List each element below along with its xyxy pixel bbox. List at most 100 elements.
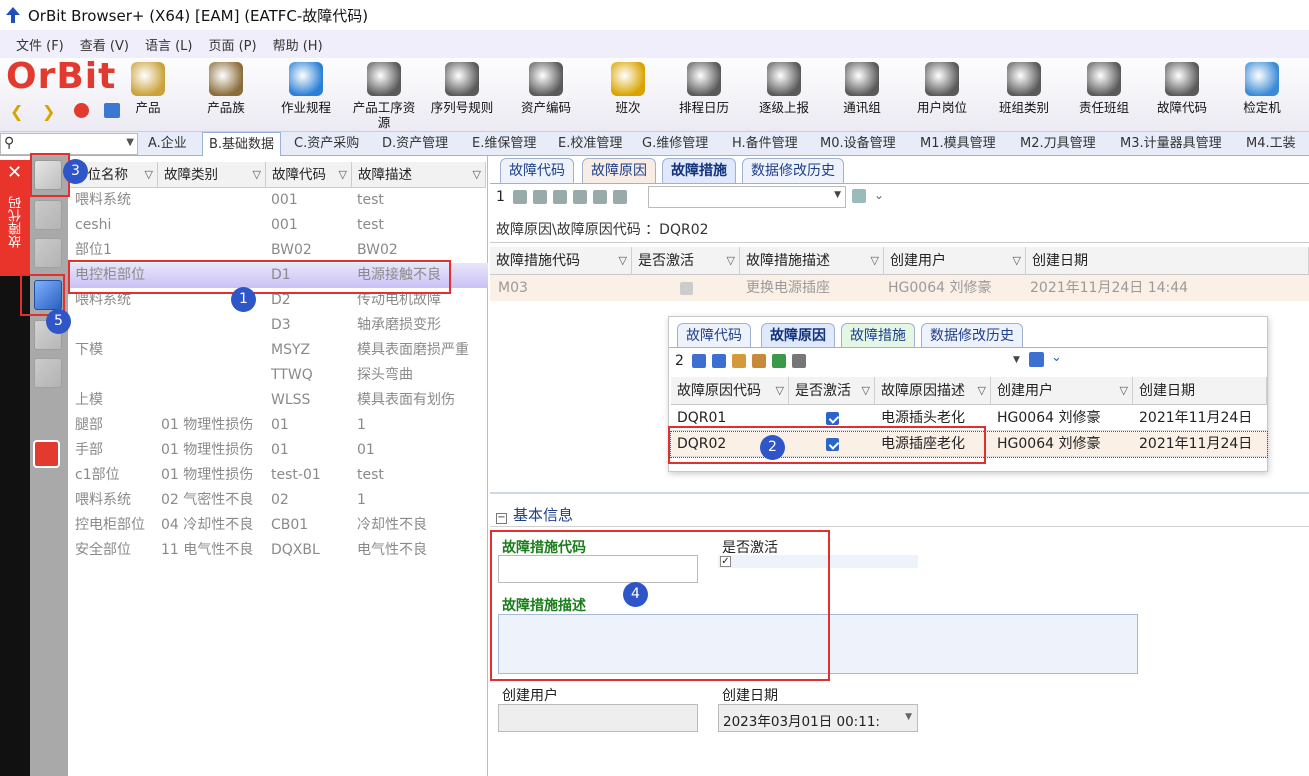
table-row[interactable]: 上模 WLSS 模具表面有划伤 (68, 388, 488, 413)
tab-change-history[interactable]: 数据修改历史 (742, 158, 844, 183)
toolbar-button-comm-group[interactable]: 通讯组 (826, 60, 898, 130)
popup-grid-column-header[interactable]: 故障原因代码 ▽ (671, 377, 789, 405)
module-tab[interactable]: D.资产管理 (376, 132, 454, 156)
search-go-icon[interactable] (1029, 352, 1044, 367)
module-tab[interactable]: E.维保管理 (466, 132, 542, 156)
hand-icon[interactable] (552, 190, 567, 204)
col-header-category[interactable]: 故障类别 ▽ (158, 162, 266, 188)
columns-icon[interactable] (791, 354, 806, 368)
filter-icon[interactable]: ▽ (619, 247, 627, 275)
module-tab[interactable]: G.维修管理 (636, 132, 714, 156)
tab-fault-code[interactable]: 故障代码 (500, 158, 574, 183)
table-row[interactable]: D3 轴承磨损变形 (68, 313, 488, 338)
toolbar-button-fault-code[interactable]: 故障代码 (1146, 60, 1218, 130)
close-icon[interactable]: ✕ (7, 162, 22, 183)
table-row[interactable]: 下模 MSYZ 模具表面磨损严重 (68, 338, 488, 363)
copy-icon[interactable] (34, 200, 62, 230)
first-record-icon[interactable] (512, 190, 527, 204)
module-tab[interactable]: M3.计量器具管理 (1114, 132, 1228, 156)
toolbar-button-shift[interactable]: 班次 (592, 60, 664, 130)
toolbar-button-procedure[interactable]: 作业规程 (270, 60, 342, 130)
tab-fault-cause[interactable]: 故障原因 (582, 158, 656, 183)
popup-grid-column-header[interactable]: 故障原因描述 ▽ (875, 377, 991, 405)
toolbar-button-product-family[interactable]: 产品族 (190, 60, 262, 130)
col-header-desc[interactable]: 故障描述 ▽ (352, 162, 486, 188)
filter-icon[interactable]: ▽ (871, 247, 879, 275)
table-row[interactable]: 喂料系统 001 test (68, 188, 488, 213)
section-basic-info[interactable]: − 基本信息 (496, 504, 573, 525)
filter-icon[interactable]: ▽ (862, 377, 870, 405)
menu-help[interactable]: 帮助 (H) (273, 35, 323, 54)
expand-icon[interactable]: ⌄ (874, 188, 884, 202)
popup-grid-column-header[interactable]: 创建日期 (1133, 377, 1267, 405)
dropdown-arrow-icon[interactable]: ▼ (1013, 355, 1020, 365)
grid-column-header[interactable]: 创建用户 ▽ (884, 247, 1026, 275)
module-tab[interactable]: M0.设备管理 (814, 132, 902, 156)
menu-page[interactable]: 页面 (P) (208, 35, 256, 54)
popup-grid-column-header[interactable]: 创建用户 ▽ (991, 377, 1133, 405)
menu-language[interactable]: 语言 (L) (145, 35, 193, 54)
sidebar-module-tab[interactable]: ✕ 故障代码 (0, 160, 30, 276)
toolbar-button-team-category[interactable]: 班组类别 (988, 60, 1060, 130)
grid-column-header[interactable]: 创建日期 (1026, 247, 1309, 275)
search-go-icon[interactable] (852, 189, 866, 203)
menu-file[interactable]: 文件 (F) (16, 35, 64, 54)
table-row[interactable]: c1部位 01 物理性损伤 test-01 test (68, 463, 488, 488)
filter-icon[interactable]: ▽ (1120, 377, 1128, 405)
toolbar-button-product[interactable]: 产品 (112, 60, 184, 130)
grid-filter-select[interactable]: ▼ (648, 186, 846, 208)
copy-row-icon[interactable] (751, 354, 766, 368)
grid-column-header[interactable]: 故障措施描述 ▽ (740, 247, 884, 275)
table-row[interactable]: 喂料系统 02 气密性不良 02 1 (68, 488, 488, 513)
col-header-code[interactable]: 故障代码 ▽ (266, 162, 352, 188)
export-icon[interactable] (771, 354, 786, 368)
last-record-icon[interactable] (532, 190, 547, 204)
module-tab[interactable]: C.资产采购 (288, 132, 365, 156)
grid-column-header[interactable]: 故障措施代码 ▽ (490, 247, 632, 275)
toolbar-button-schedule-calendar[interactable]: 排程日历 (668, 60, 740, 130)
table-row[interactable]: TTWQ 探头弯曲 (68, 363, 488, 388)
popup-grid-column-header[interactable]: 是否激活 ▽ (789, 377, 875, 405)
forward-arrow-icon[interactable]: ❯ (42, 102, 55, 121)
toolbar-button-serial-rule[interactable]: 序列号规则 (426, 60, 498, 130)
filter-icon[interactable]: ▽ (776, 377, 784, 405)
expand-icon[interactable]: ⌄ (1051, 350, 1062, 365)
table-row[interactable]: ceshi 001 test (68, 213, 488, 238)
menu-view[interactable]: 查看 (V) (80, 35, 129, 54)
filter-icon[interactable]: ▽ (727, 247, 735, 275)
last-record-icon[interactable] (711, 354, 726, 368)
attach-icon[interactable] (34, 238, 62, 268)
module-tab[interactable]: E.校准管理 (552, 132, 628, 156)
search-box[interactable]: ⚲ ▼ (0, 133, 138, 155)
module-tab[interactable]: M2.刀具管理 (1014, 132, 1102, 156)
collapse-icon[interactable]: − (496, 513, 507, 524)
delete-record-icon[interactable] (34, 358, 62, 388)
checkbox-active[interactable] (826, 412, 839, 425)
toolbar-button-process-resource[interactable]: 产品工序资源 (348, 60, 420, 130)
module-tab[interactable]: H.备件管理 (726, 132, 804, 156)
table-row[interactable]: 安全部位 11 电气性不良 DQXBL 电气性不良 (68, 538, 488, 563)
toolbar-button-duty-team[interactable]: 责任班组 (1068, 60, 1140, 130)
toolbar-button-asset-code[interactable]: 资产编码 (510, 60, 582, 130)
toolbar-button-escalate[interactable]: 逐级上报 (748, 60, 820, 130)
table-row[interactable]: M03 更换电源插座 HG0064 刘修豪 2021年11月24日 14:44 (490, 275, 1309, 301)
export-icon[interactable] (592, 190, 607, 204)
tab-fault-measure[interactable]: 故障措施 (662, 158, 736, 183)
toolbar-button-user-post[interactable]: 用户岗位 (906, 60, 978, 130)
popup-tab-fault-code[interactable]: 故障代码 (677, 323, 751, 347)
popup-tab-fault-measure[interactable]: 故障措施 (841, 323, 915, 347)
table-row[interactable]: 控电柜部位 04 冷却性不良 CB01 冷却性不良 (68, 513, 488, 538)
module-tab[interactable]: A.企业 (142, 132, 193, 156)
exit-icon[interactable] (33, 440, 60, 468)
create-date-field[interactable]: 2023年03月01日 00:11: ▼ (718, 704, 918, 732)
module-tab[interactable]: M4.工装 (1240, 132, 1302, 156)
table-row[interactable]: 手部 01 物理性损伤 01 01 (68, 438, 488, 463)
stop-icon[interactable] (74, 103, 89, 118)
module-tab[interactable]: M1.模具管理 (914, 132, 1002, 156)
filter-icon[interactable]: ▽ (978, 377, 986, 405)
filter-icon[interactable]: ▽ (1013, 247, 1021, 275)
first-record-icon[interactable] (691, 354, 706, 368)
popup-tab-change-history[interactable]: 数据修改历史 (921, 323, 1023, 347)
back-arrow-icon[interactable]: ❮ (10, 102, 23, 121)
dropdown-arrow-icon[interactable]: ▼ (905, 712, 912, 722)
